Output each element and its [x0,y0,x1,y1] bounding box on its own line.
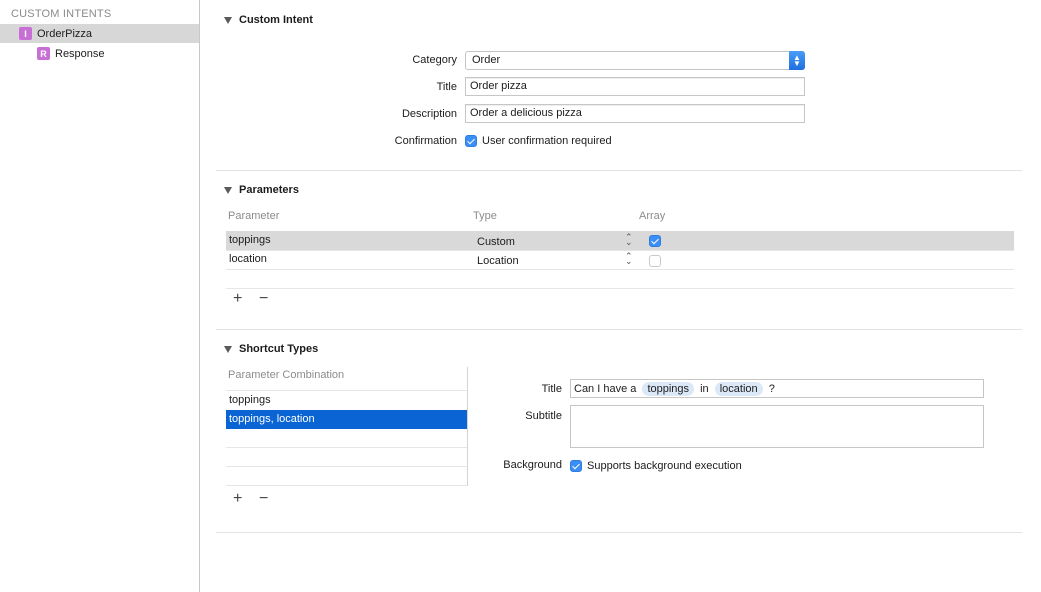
title-text-middle: in [697,382,712,395]
divider [216,329,1022,330]
confirmation-checkbox[interactable] [465,135,477,147]
parameter-combination-list[interactable]: Parameter Combination toppings toppings,… [226,367,468,486]
parameter-type[interactable]: Custom [477,236,515,248]
title-field[interactable]: Order pizza [465,77,805,96]
updown-chevron-icon[interactable]: ⌃ ⌄ [625,252,633,266]
category-popup[interactable]: Order ▲ ▼ [465,51,805,70]
divider [226,288,1014,289]
section-title: Custom Intent [239,14,313,26]
category-label: Category [412,54,457,66]
parameter-name: toppings [229,234,271,246]
divider [226,269,1014,270]
parameter-token[interactable]: location [714,381,763,396]
disclosure-triangle-icon [224,186,232,194]
add-parameter-button[interactable]: + [233,290,242,308]
background-text: Supports background execution [587,460,742,472]
section-custom-intent[interactable]: Custom Intent [224,14,313,26]
parameter-token[interactable]: toppings [642,381,695,396]
description-field[interactable]: Order a delicious pizza [465,104,805,123]
title-text-suffix: ? [765,382,775,395]
list-item[interactable]: toppings, location [226,410,467,429]
subtitle-field[interactable] [570,405,984,448]
column-header-type[interactable]: Type [473,210,497,222]
sidebar-item-response[interactable]: R Response [0,44,199,63]
divider [216,532,1022,533]
parameter-type[interactable]: Location [477,255,519,267]
description-label: Description [401,108,457,120]
category-value: Order [472,54,501,66]
background-label: Background [503,459,562,471]
sidebar-header: CUSTOM INTENTS [11,8,112,20]
confirmation-text: User confirmation required [482,135,612,147]
divider [226,485,467,486]
remove-combination-button[interactable]: − [259,490,268,508]
section-shortcut-types[interactable]: Shortcut Types [224,343,318,355]
sidebar-item-label: OrderPizza [37,27,93,40]
title-label: Title [436,81,457,93]
divider [216,170,1022,171]
section-title: Shortcut Types [239,343,319,355]
column-header-parameter[interactable]: Parameter [228,210,279,222]
parameter-name: location [229,253,267,265]
popup-stepper-icon: ▲ ▼ [789,51,805,70]
table-row[interactable]: toppings Custom ⌃ ⌄ [226,231,1014,250]
updown-chevron-icon[interactable]: ⌃ ⌄ [625,233,633,247]
sidebar: CUSTOM INTENTS I OrderPizza R Response [0,0,200,592]
divider [226,466,467,467]
background-checkbox[interactable] [570,460,582,472]
sidebar-item-orderpizza[interactable]: I OrderPizza [0,24,199,43]
table-row[interactable]: location Location ⌃ ⌄ [226,251,1014,270]
shortcut-title-label: Title [541,383,562,395]
remove-parameter-button[interactable]: − [259,290,268,308]
column-header-array[interactable]: Array [639,210,665,222]
section-title: Parameters [239,184,299,196]
section-parameters[interactable]: Parameters [224,184,299,196]
subtitle-label: Subtitle [525,410,562,422]
array-checkbox[interactable] [649,235,661,247]
array-checkbox[interactable] [649,255,661,267]
confirmation-label: Confirmation [394,135,457,147]
divider [226,447,467,448]
disclosure-triangle-icon [224,345,232,353]
list-item[interactable]: toppings [226,391,467,410]
list-header: Parameter Combination [228,369,345,381]
add-combination-button[interactable]: + [233,490,242,508]
response-icon: R [37,47,50,60]
sidebar-item-label: Response [55,47,105,60]
shortcut-title-field[interactable]: Can I have a toppings in location ? [570,379,984,398]
title-text-prefix: Can I have a [574,382,640,395]
intent-icon: I [19,27,32,40]
disclosure-triangle-icon [224,16,232,24]
